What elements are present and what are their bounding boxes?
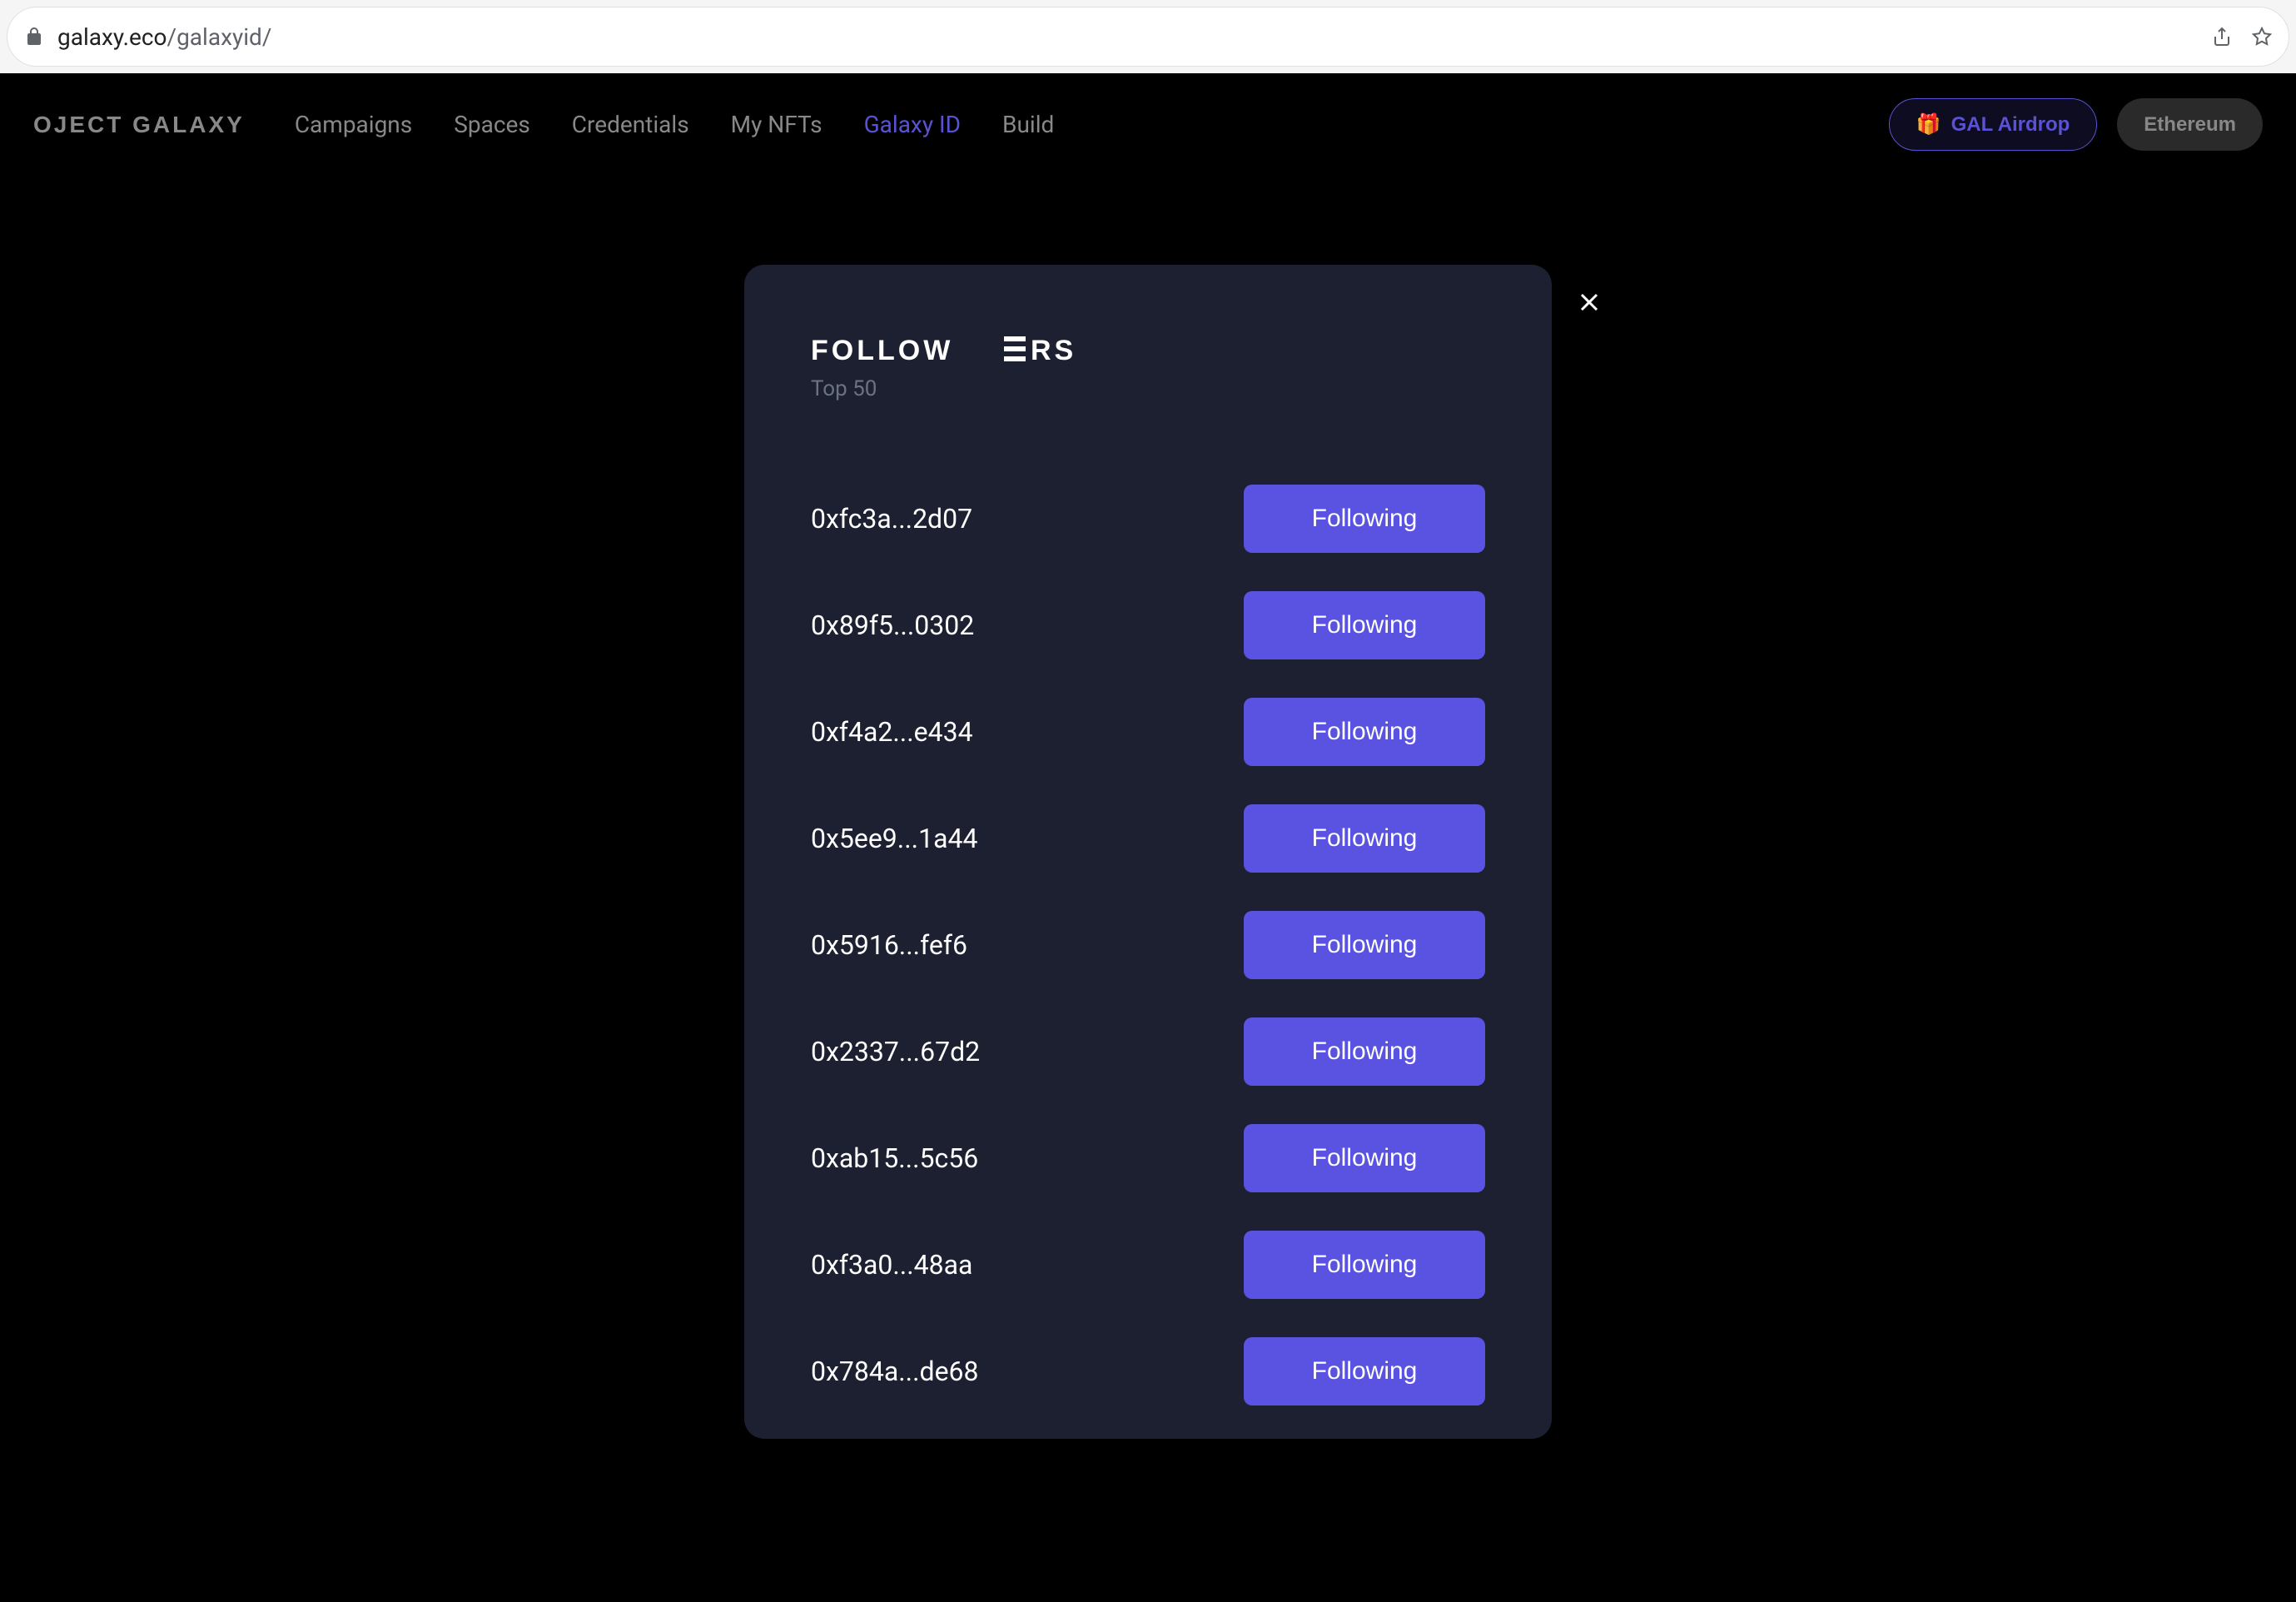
follower-address[interactable]: 0xfc3a...2d07: [811, 503, 972, 535]
url-path: /galaxyid/: [167, 23, 272, 51]
following-button[interactable]: Following: [1244, 911, 1485, 979]
follower-row: 0xfc3a...2d07 Following: [811, 485, 1485, 553]
follower-address[interactable]: 0xf3a0...48aa: [811, 1249, 972, 1281]
following-button[interactable]: Following: [1244, 1231, 1485, 1299]
following-button[interactable]: Following: [1244, 1337, 1485, 1405]
svg-text:FOLLOW: FOLLOW: [811, 335, 953, 366]
modal-wrapper: FOLLOW RS Top 50 0xfc3a...2d07Following0…: [744, 265, 1552, 1439]
modal-subtitle: Top 50: [811, 376, 1485, 401]
follower-row: 0xf4a2...e434 Following: [811, 698, 1485, 766]
followers-title-svg: FOLLOW RS: [811, 331, 1094, 368]
following-button[interactable]: Following: [1244, 591, 1485, 659]
lock-icon: [24, 27, 44, 47]
app-container: OJECT GALAXY CampaignsSpacesCredentialsM…: [0, 73, 2296, 1602]
following-button[interactable]: Following: [1244, 1124, 1485, 1192]
follower-address[interactable]: 0x89f5...0302: [811, 609, 974, 641]
modal-overlay: FOLLOW RS Top 50 0xfc3a...2d07Following0…: [0, 73, 2296, 1602]
follower-row: 0x89f5...0302 Following: [811, 591, 1485, 659]
share-icon[interactable]: [2212, 27, 2232, 47]
follower-row: 0x2337...67d2 Following: [811, 1017, 1485, 1086]
svg-text:RS: RS: [1031, 335, 1076, 366]
follower-address[interactable]: 0xf4a2...e434: [811, 716, 973, 748]
browser-actions: [2212, 27, 2272, 47]
follower-row: 0xab15...5c56 Following: [811, 1124, 1485, 1192]
browser-address-bar[interactable]: galaxy.eco/galaxyid/: [7, 7, 2289, 67]
follower-list: 0xfc3a...2d07 Following 0x89f5...0302 Follo…: [811, 485, 1485, 1405]
url-display: galaxy.eco/galaxyid/: [57, 23, 2212, 51]
follower-address[interactable]: 0x2337...67d2: [811, 1036, 980, 1067]
url-domain: galaxy.eco: [57, 23, 167, 51]
follower-address[interactable]: 0x784a...de68: [811, 1356, 979, 1387]
following-button[interactable]: Following: [1244, 1017, 1485, 1086]
following-button[interactable]: Following: [1244, 485, 1485, 553]
follower-address[interactable]: 0xab15...5c56: [811, 1142, 978, 1174]
follower-address[interactable]: 0x5ee9...1a44: [811, 823, 977, 854]
follower-row: 0x5ee9...1a44 Following: [811, 804, 1485, 873]
following-button[interactable]: Following: [1244, 698, 1485, 766]
close-icon: [1574, 287, 1604, 317]
star-icon[interactable]: [2252, 27, 2272, 47]
modal-title: FOLLOW RS: [811, 331, 1485, 376]
follower-row: 0x784a...de68 Following: [811, 1337, 1485, 1405]
followers-modal: FOLLOW RS Top 50 0xfc3a...2d07Following0…: [744, 265, 1552, 1439]
follower-row: 0xf3a0...48aa Following: [811, 1231, 1485, 1299]
close-button[interactable]: [1568, 281, 1610, 323]
follower-address[interactable]: 0x5916...fef6: [811, 929, 967, 961]
following-button[interactable]: Following: [1244, 804, 1485, 873]
follower-row: 0x5916...fef6 Following: [811, 911, 1485, 979]
